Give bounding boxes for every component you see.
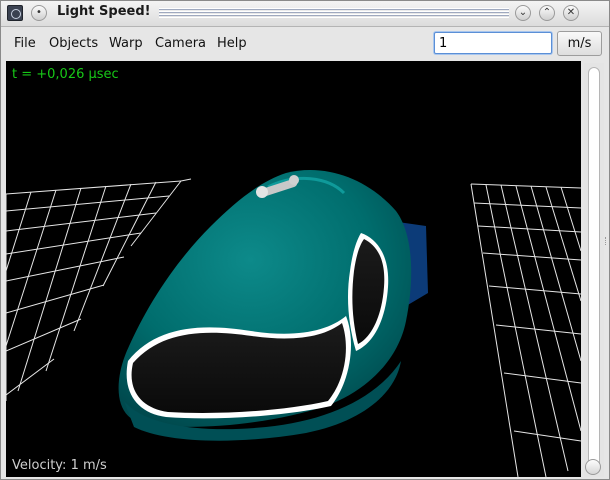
3d-viewport[interactable]: t = +0,026 µsec Velocity: 1 m/s xyxy=(6,61,581,477)
minimize-button[interactable]: ⌄ xyxy=(515,5,531,21)
app-icon[interactable] xyxy=(7,5,23,21)
maximize-button[interactable]: ⌃ xyxy=(539,5,555,21)
chevron-down-icon: ⌄ xyxy=(518,7,528,18)
close-icon: ✕ xyxy=(566,7,576,18)
menu-file[interactable]: File xyxy=(14,36,36,51)
window-menu-button[interactable]: • xyxy=(31,5,47,21)
close-button[interactable]: ✕ xyxy=(563,5,579,21)
menu-warp[interactable]: Warp xyxy=(109,36,143,51)
resize-grip[interactable] xyxy=(605,237,610,245)
speed-input[interactable] xyxy=(434,32,552,54)
title-bar[interactable]: • Light Speed! ⌄ ⌃ ✕ xyxy=(1,1,609,27)
menu-camera[interactable]: Camera xyxy=(155,36,206,51)
scrollbar-track[interactable] xyxy=(588,67,600,469)
chevron-up-icon: ⌃ xyxy=(542,7,552,18)
menu-objects[interactable]: Objects xyxy=(49,36,98,51)
time-readout: t = +0,026 µsec xyxy=(12,67,119,82)
scene-render xyxy=(6,170,581,477)
scrollbar-handle[interactable] xyxy=(585,459,601,475)
speed-unit-button[interactable]: m/s xyxy=(557,31,602,56)
window-title: Light Speed! xyxy=(57,4,151,19)
vertical-scrollbar[interactable] xyxy=(584,63,604,477)
menu-help[interactable]: Help xyxy=(217,36,247,51)
right-grid xyxy=(470,183,581,477)
light-speed-window: • Light Speed! ⌄ ⌃ ✕ File Objects Warp C… xyxy=(0,0,610,480)
title-bar-decoration xyxy=(159,8,509,18)
dot-menu-icon: • xyxy=(36,7,42,18)
velocity-readout: Velocity: 1 m/s xyxy=(12,458,107,473)
